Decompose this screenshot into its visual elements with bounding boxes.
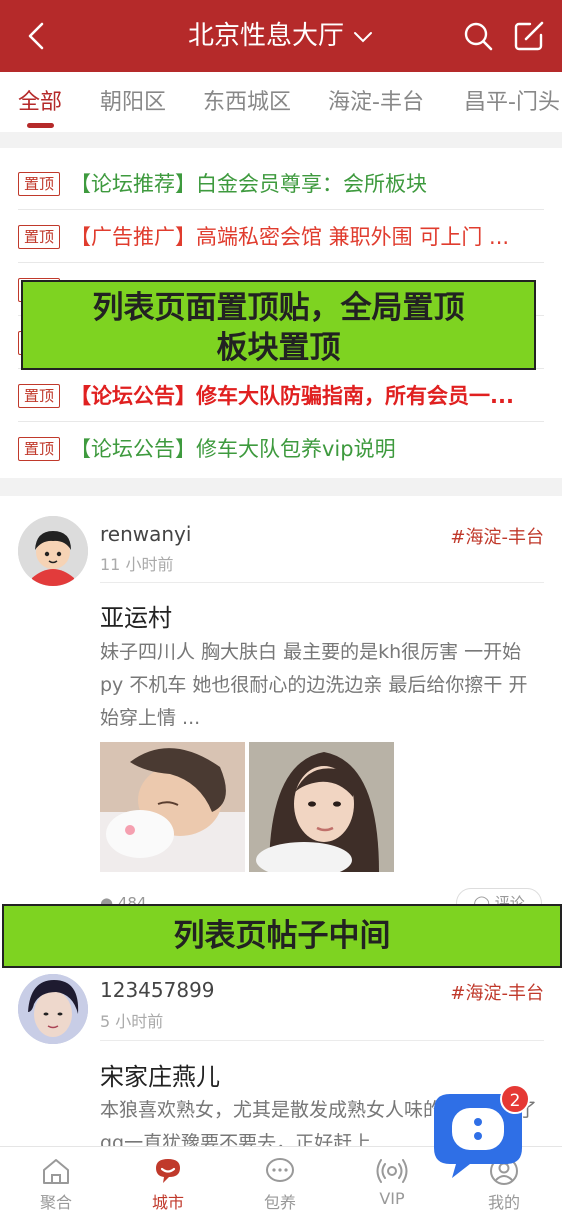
tabbar-label: 聚合 — [39, 1193, 72, 1212]
tabbar-item-keep[interactable]: 包养 — [224, 1147, 336, 1218]
top-bar: 北京性息大厅 — [0, 0, 562, 72]
tab-dongxicheng[interactable]: 东西城区 — [203, 88, 291, 118]
tabbar-label: VIP — [379, 1189, 405, 1208]
active-tab-indicator — [27, 123, 54, 128]
tabbar-label: 包养 — [263, 1193, 296, 1212]
avatar[interactable] — [18, 974, 88, 1044]
chevron-down-icon — [354, 31, 372, 42]
unread-count-badge: 2 — [500, 1084, 530, 1114]
user-photo-avatar — [18, 974, 88, 1044]
pinned-item[interactable]: 置顶 【广告推广】高端私密会馆 兼职外围 可上门 ... — [18, 211, 544, 263]
pinned-title: 【论坛公告】修车大队防骗指南，所有会员一... — [70, 384, 514, 408]
tab-all[interactable]: 全部 — [18, 88, 62, 118]
pinned-title: 【广告推广】高端私密会馆 兼职外围 可上门 ... — [70, 225, 510, 249]
post-district-tag[interactable]: #海淀-丰台 — [450, 523, 544, 549]
compose-icon[interactable] — [512, 19, 546, 53]
broadcast-icon — [376, 1159, 408, 1183]
cartoon-avatar-icon — [18, 516, 88, 586]
post-time: 11 小时前 — [100, 555, 174, 574]
tab-chaoyang[interactable]: 朝阳区 — [100, 88, 166, 118]
tabbar-label: 我的 — [487, 1193, 520, 1212]
pinned-badge: 置顶 — [18, 384, 60, 408]
post-feed: renwanyi 11 小时前 #海淀-丰台 亚运村 妹子四川人 胸大肤白 最主… — [0, 496, 562, 1146]
pinned-title: 【论坛推荐】白金会员尊享：会所板块 — [70, 172, 427, 196]
divider — [100, 582, 544, 583]
pinned-badge: 置顶 — [18, 172, 60, 196]
post-title[interactable]: 宋家庄燕儿 — [100, 1057, 220, 1092]
post-thumbnail[interactable] — [249, 742, 394, 872]
post-thumbnail[interactable] — [100, 742, 245, 872]
divider — [100, 1040, 544, 1041]
post-time: 5 小时前 — [100, 1012, 164, 1031]
tabbar-label: 城市 — [151, 1193, 184, 1212]
post-username[interactable]: 123457899 — [100, 978, 215, 1002]
annotation-banner-mid: 列表页帖子中间 — [2, 904, 562, 968]
page-title: 北京性息大厅 — [187, 21, 344, 51]
tab-haidian-fengtai[interactable]: 海淀-丰台 — [328, 88, 424, 118]
pinned-title: 【论坛公告】修车大队包养vip说明 — [70, 437, 396, 461]
avatar[interactable] — [18, 516, 88, 586]
pinned-item[interactable]: 置顶 【论坛公告】修车大队防骗指南，所有会员一... — [18, 370, 544, 422]
chat-bubble-icon — [156, 1159, 180, 1183]
district-tabs: 全部 朝阳区 东西城区 海淀-丰台 昌平-门头 — [0, 72, 562, 132]
annotation-text: 列表页面置顶贴，全局置顶 板块置顶 — [92, 290, 465, 366]
tabbar-item-city[interactable]: 城市 — [112, 1147, 224, 1218]
tab-changping-mentou[interactable]: 昌平-门头 — [464, 88, 560, 118]
home-icon — [43, 1159, 69, 1184]
post-district-tag[interactable]: #海淀-丰台 — [450, 979, 544, 1005]
post-title[interactable]: 亚运村 — [100, 598, 172, 633]
tabbar-item-aggregate[interactable]: 聚合 — [0, 1147, 112, 1218]
annotation-text: 列表页帖子中间 — [173, 918, 391, 954]
message-dots-icon — [266, 1158, 294, 1182]
post-username[interactable]: renwanyi — [100, 522, 191, 546]
pinned-item[interactable]: 置顶 【论坛推荐】白金会员尊享：会所板块 — [18, 158, 544, 210]
pinned-item[interactable]: 置顶 【论坛公告】修车大队包养vip说明 — [18, 423, 544, 475]
annotation-banner-pinned: 列表页面置顶贴，全局置顶 板块置顶 — [21, 280, 536, 370]
search-icon[interactable] — [462, 20, 494, 52]
pinned-badge: 置顶 — [18, 225, 60, 249]
post-excerpt: 妹子四川人 胸大肤白 最主要的是kh很厉害 一开始py 不机车 她也很耐心的边洗… — [100, 641, 528, 729]
pinned-badge: 置顶 — [18, 437, 60, 461]
